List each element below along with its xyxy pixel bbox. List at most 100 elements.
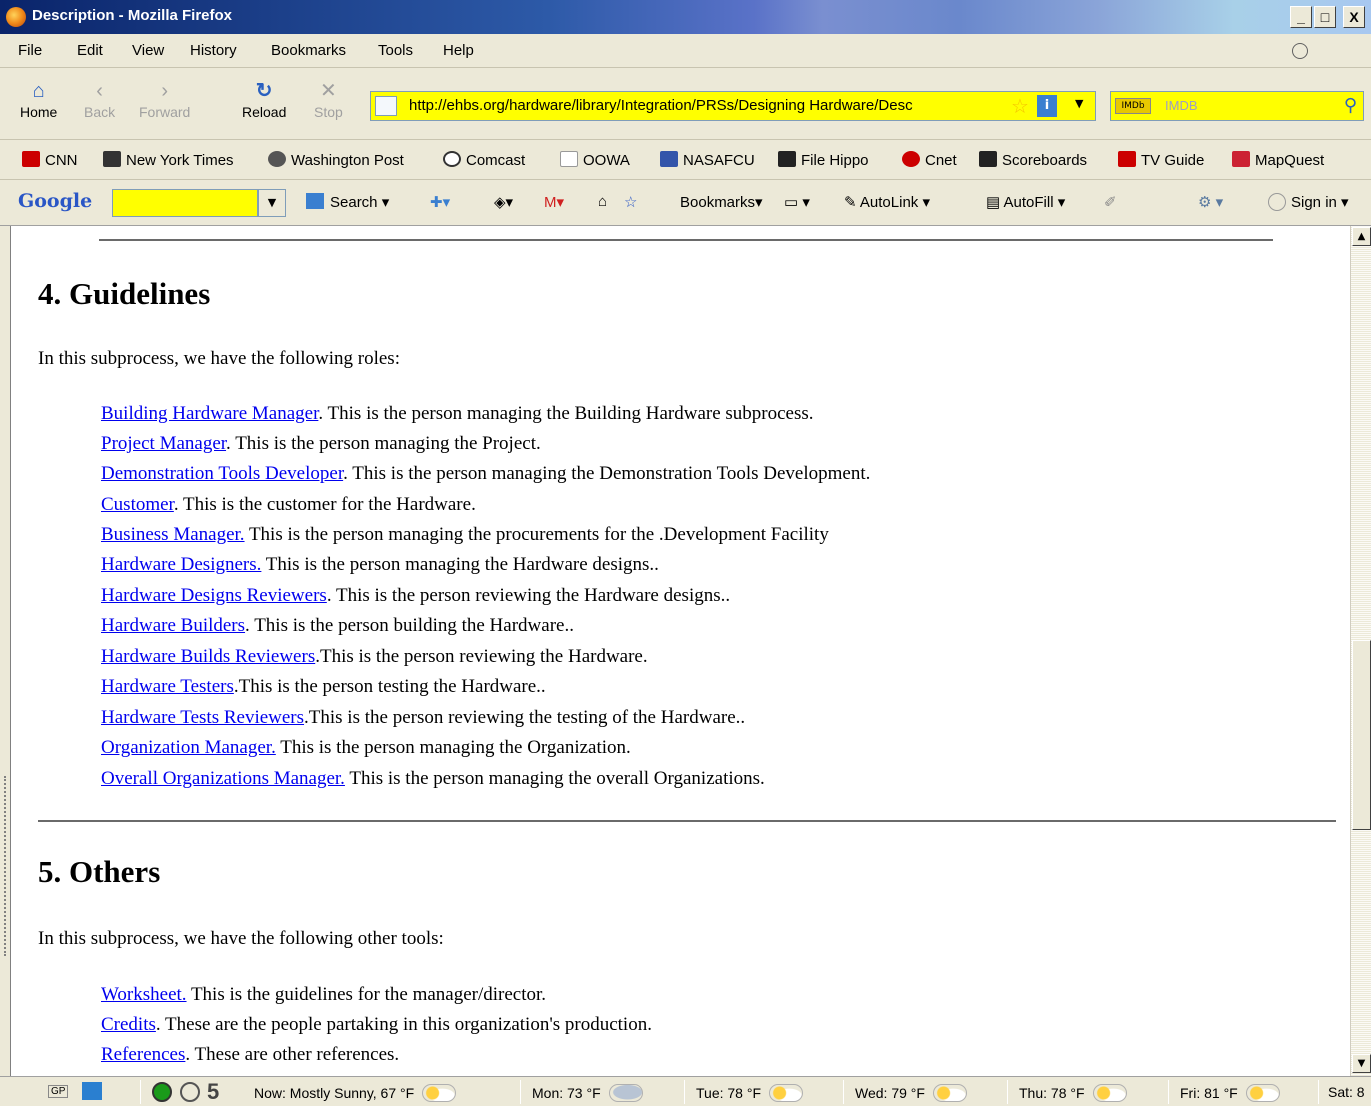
tool-link[interactable]: Worksheet. [101,984,187,1005]
partly-cloudy-icon [1092,1084,1127,1102]
forward-button[interactable]: › Forward [139,78,190,120]
search-icon[interactable]: ⚲ [1344,95,1357,116]
role-link[interactable]: Hardware Testers [101,676,234,697]
bookmark-nasafcu[interactable]: NASAFCU [660,151,755,169]
role-link[interactable]: Hardware Builds Reviewers [101,646,315,667]
weather-mon[interactable]: Mon: 73 °F [532,1084,643,1102]
green-status-icon[interactable] [152,1082,172,1102]
vertical-scrollbar[interactable]: ▲ ▼ [1350,226,1371,1076]
stop-button[interactable]: ✕ Stop [314,78,343,120]
weather-thu[interactable]: Thu: 78 °F [1019,1084,1127,1102]
back-button[interactable]: ‹ Back [84,78,115,120]
gadget-icon[interactable]: ◈▾ [494,193,513,211]
bookmark-cnet[interactable]: Cnet [902,151,957,169]
section-intro: In this subprocess, we have the followin… [38,928,444,949]
menu-file[interactable]: File [18,42,42,59]
autolink-button[interactable]: ✎ AutoLink ▾ [844,193,930,211]
sign-in-button[interactable]: Sign in ▾ [1268,193,1349,211]
role-link[interactable]: Overall Organizations Manager. [101,768,345,789]
tool-link[interactable]: Credits [101,1014,156,1035]
gp-icon[interactable]: GP [48,1085,69,1098]
google-search-button[interactable]: Search ▾ [306,193,389,211]
weather-tue-label: Tue: 78 °F [696,1085,761,1101]
reload-button[interactable]: ↻ Reload [242,78,286,120]
minimize-button[interactable]: _ [1290,6,1312,28]
scroll-up-button[interactable]: ▲ [1352,227,1371,246]
weather-sat[interactable]: Sat: 8 [1328,1084,1365,1100]
address-bar[interactable]: http://ehbs.org/hardware/library/Integra… [370,91,1096,121]
role-description: This is the person managing the overall … [344,768,765,789]
menu-tools[interactable]: Tools [378,42,413,59]
role-link[interactable]: Demonstration Tools Developer [101,463,343,484]
role-link[interactable]: Hardware Designers. [101,554,261,575]
comcast-icon [443,151,461,167]
star-icon[interactable]: ☆ [624,193,637,211]
bookmark-star-icon[interactable]: ☆ [1011,94,1029,118]
list-item: Project Manager. This is the person mana… [101,433,541,455]
google-search-icon [306,193,324,209]
bookmark-file-hippo[interactable]: File Hippo [778,151,869,169]
list-item: Demonstration Tools Developer. This is t… [101,463,870,485]
search-bar[interactable]: IMDb IMDB ⚲ [1110,91,1364,121]
bookmark-washington-post[interactable]: Washington Post [268,151,404,169]
scroll-down-button[interactable]: ▼ [1352,1054,1371,1073]
autofill-label: AutoFill [1003,194,1054,211]
sidewiki-icon[interactable]: ▭ ▾ [784,193,810,211]
menu-history[interactable]: History [190,42,237,59]
google-search-dropdown[interactable]: ▼ [258,189,286,217]
addon-icon[interactable] [82,1082,102,1100]
role-link[interactable]: Hardware Designs Reviewers [101,585,327,606]
role-link[interactable]: Hardware Tests Reviewers [101,707,304,728]
splitter-grip[interactable] [4,776,6,956]
clock-icon[interactable] [180,1082,200,1102]
menu-help[interactable]: Help [443,42,474,59]
status-separator [520,1080,521,1104]
weather-now[interactable]: Now: Mostly Sunny, 67 °F [254,1084,457,1102]
pencil-icon[interactable]: ✐ [1104,193,1117,211]
weather-wed[interactable]: Wed: 79 °F [855,1084,967,1102]
bookmark-scoreboards[interactable]: Scoreboards [979,151,1087,169]
bookmark-label: NASAFCU [683,152,755,169]
bookmark-tv-guide[interactable]: TV Guide [1118,151,1204,169]
bookmark-mapquest[interactable]: MapQuest [1232,151,1324,169]
gmail-icon[interactable]: M▾ [544,193,564,211]
autofill-button[interactable]: ▤ AutoFill ▾ [986,193,1065,211]
sidebar-splitter[interactable] [0,226,10,1076]
bookmark-oowa[interactable]: OOWA [560,151,630,169]
navigation-toolbar: ⌂ Home ‹ Back › Forward ↻ Reload ✕ Stop … [0,68,1371,140]
weather-tue[interactable]: Tue: 78 °F [696,1084,803,1102]
bookmark-comcast[interactable]: Comcast [443,151,525,169]
bookmark-label: Cnet [925,152,957,169]
menu-view[interactable]: View [132,42,164,59]
google-search-input[interactable] [112,189,258,217]
back-icon: ‹ [96,80,103,102]
tool-link[interactable]: References [101,1044,185,1065]
role-link[interactable]: Project Manager [101,433,226,454]
role-link[interactable]: Customer [101,494,174,515]
role-link[interactable]: Hardware Builders [101,615,245,636]
role-link[interactable]: Organization Manager. [101,737,276,758]
url-text[interactable]: http://ehbs.org/hardware/library/Integra… [409,97,1009,114]
maximize-button[interactable]: □ [1314,6,1336,28]
weather-fri-label: Fri: 81 °F [1180,1085,1238,1101]
role-link[interactable]: Business Manager. [101,524,245,545]
google-bookmarks-button[interactable]: Bookmarks▾ [680,193,763,211]
role-description: . This is the person building the Hardwa… [245,615,574,636]
close-button[interactable]: X [1343,6,1365,28]
weather-fri[interactable]: Fri: 81 °F [1180,1084,1280,1102]
plus-icon[interactable]: ✚▾ [430,193,450,211]
google-logo[interactable]: Google [18,190,92,212]
bookmark-cnn[interactable]: CNN [22,151,78,169]
menu-bookmarks[interactable]: Bookmarks [271,42,346,59]
role-link[interactable]: Building Hardware Manager [101,403,318,424]
bank-icon[interactable]: ⌂ [598,193,607,210]
nytimes-icon [103,151,121,167]
wrench-icon[interactable]: ⚙ ▾ [1198,193,1223,211]
url-dropdown-icon[interactable]: ▼ [1075,97,1083,110]
menu-edit[interactable]: Edit [77,42,103,59]
scroll-thumb[interactable] [1352,640,1371,830]
home-button[interactable]: ⌂ Home [20,78,57,120]
bookmark-nytimes[interactable]: New York Times [103,151,234,169]
info-icon[interactable]: i [1037,95,1057,117]
search-engine-icon[interactable]: IMDb [1115,98,1151,114]
